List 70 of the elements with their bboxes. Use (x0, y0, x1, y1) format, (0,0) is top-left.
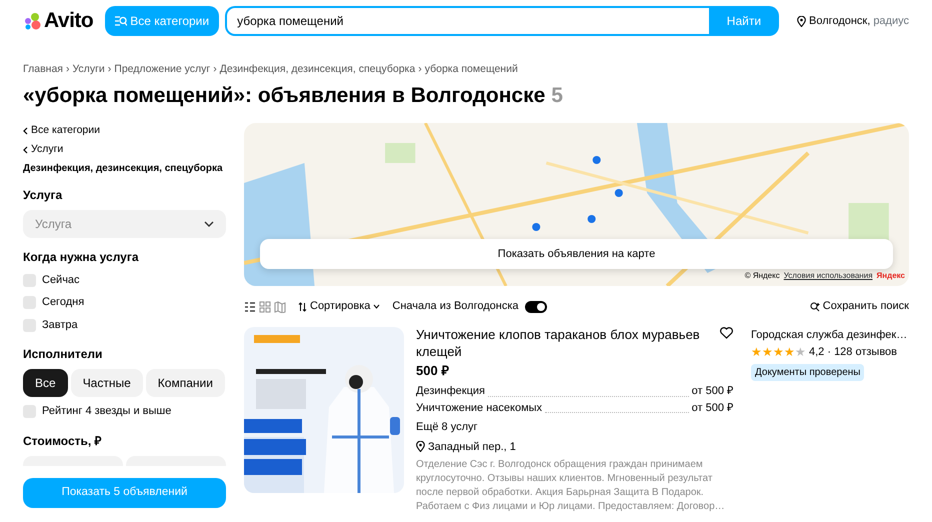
location-link[interactable]: Волгодонск, (809, 12, 870, 30)
breadcrumb-link[interactable]: Предложение услуг (114, 62, 210, 78)
section-title: Услуга (23, 186, 64, 204)
breadcrumb-link[interactable]: Услуги (72, 62, 105, 78)
breadcrumb-separator: › (108, 62, 112, 77)
radius-link[interactable]: радиус (873, 12, 909, 30)
chevron-down-icon (373, 304, 380, 309)
seller-name[interactable]: Городская служба дезинфек… (751, 326, 908, 344)
section-title: Исполнители (23, 346, 104, 364)
checkbox[interactable] (23, 405, 36, 418)
checkbox[interactable] (23, 274, 36, 286)
breadcrumb-link[interactable]: уборка помещений (424, 62, 518, 78)
service-name: Уничтожение насекомых (416, 400, 542, 416)
breadcrumb-separator: › (66, 62, 70, 77)
listing-description: Отделение Сэс г. Волгодонск обращения граждан принимаем круглосуточно. Отзывы наших клиентов. Мгновенный результат после первой обработки. Акция Барьрная Защита В Подарок. Работаем с Физ лицами и Юр лицами. Предоставляем: Договор… (416, 458, 726, 514)
brand-text: Яндекс (876, 270, 905, 282)
service-price: от 500 ₽ (692, 400, 733, 416)
checkbox[interactable] (23, 296, 36, 309)
rating-text: 4,2 · 128 отзывов (809, 345, 898, 360)
star-icon: ★ (784, 343, 795, 362)
segment-button[interactable]: Компании (146, 369, 225, 398)
breadcrumb-link[interactable]: Главная (23, 62, 63, 78)
save-search-button[interactable]: Сохранить поиск (822, 298, 909, 315)
segment-button[interactable]: Все (23, 369, 68, 398)
checkbox-label: Завтра (42, 318, 78, 333)
section-title: Стоимость, ₽ (23, 432, 103, 450)
breadcrumb-separator: › (213, 62, 217, 77)
checkbox-label: Сейчас (42, 272, 80, 288)
star-icon: ★ (751, 343, 762, 362)
toggle-switch[interactable] (524, 300, 547, 312)
more-services-link[interactable]: Ещё 8 услуг (416, 419, 733, 436)
show-on-map-button[interactable]: Показать объявления на карте (260, 239, 893, 270)
category-title: Дезинфекция, дезинсекция, спецуборка (23, 162, 224, 176)
verified-badge: Документы проверены (751, 364, 864, 382)
listing-address: Западный пер., 1 (428, 440, 516, 455)
chevron-left-icon (23, 146, 28, 154)
map-view-icon[interactable] (274, 300, 286, 312)
logo-icon (23, 12, 41, 30)
logo-text: Avito (44, 8, 94, 34)
chevron-down-icon (204, 220, 214, 227)
result-count: 5 (551, 82, 563, 109)
page-title: «уборка помещений»: объявления в Волгодонске (23, 82, 546, 109)
location-pin-icon (797, 16, 806, 26)
copyright-text: © Яндекс (744, 270, 780, 282)
section-title: Когда нужна услуга (23, 248, 140, 266)
breadcrumb-separator: › (418, 62, 422, 77)
service-price: от 500 ₽ (692, 384, 733, 400)
search-icon (115, 16, 128, 26)
terms-link[interactable]: Условия использования (784, 270, 873, 282)
back-link[interactable]: Услуги (31, 142, 64, 158)
sort-button[interactable]: Сортировка (310, 298, 370, 315)
back-link[interactable]: Все категории (31, 123, 100, 139)
star-icon: ★ (762, 343, 773, 362)
search-icon (810, 302, 820, 312)
service-name: Дезинфекция (416, 384, 485, 400)
checkbox[interactable] (23, 318, 36, 332)
heart-icon[interactable] (720, 326, 733, 339)
listing-price: 500 ₽ (416, 362, 450, 380)
checkbox-label: Рейтинг 4 звезды и выше (42, 404, 172, 420)
star-icon: ★ (773, 343, 784, 362)
listing-title[interactable]: Уничтожение клопов тараканов блох муравьев клещей (416, 326, 714, 361)
breadcrumb-link[interactable]: Дезинфекция, дезинсекция, спецуборка (220, 62, 416, 78)
segment-button[interactable]: Частные (70, 369, 143, 398)
toggle-label: Сначала из Волгодонска (392, 299, 519, 314)
chevron-left-icon (23, 127, 28, 136)
sort-icon (298, 302, 307, 312)
list-view-icon[interactable] (244, 300, 256, 312)
checkbox-label: Сегодня (42, 295, 84, 310)
location-pin-icon (416, 441, 425, 452)
star-icon: ★ (795, 343, 806, 362)
